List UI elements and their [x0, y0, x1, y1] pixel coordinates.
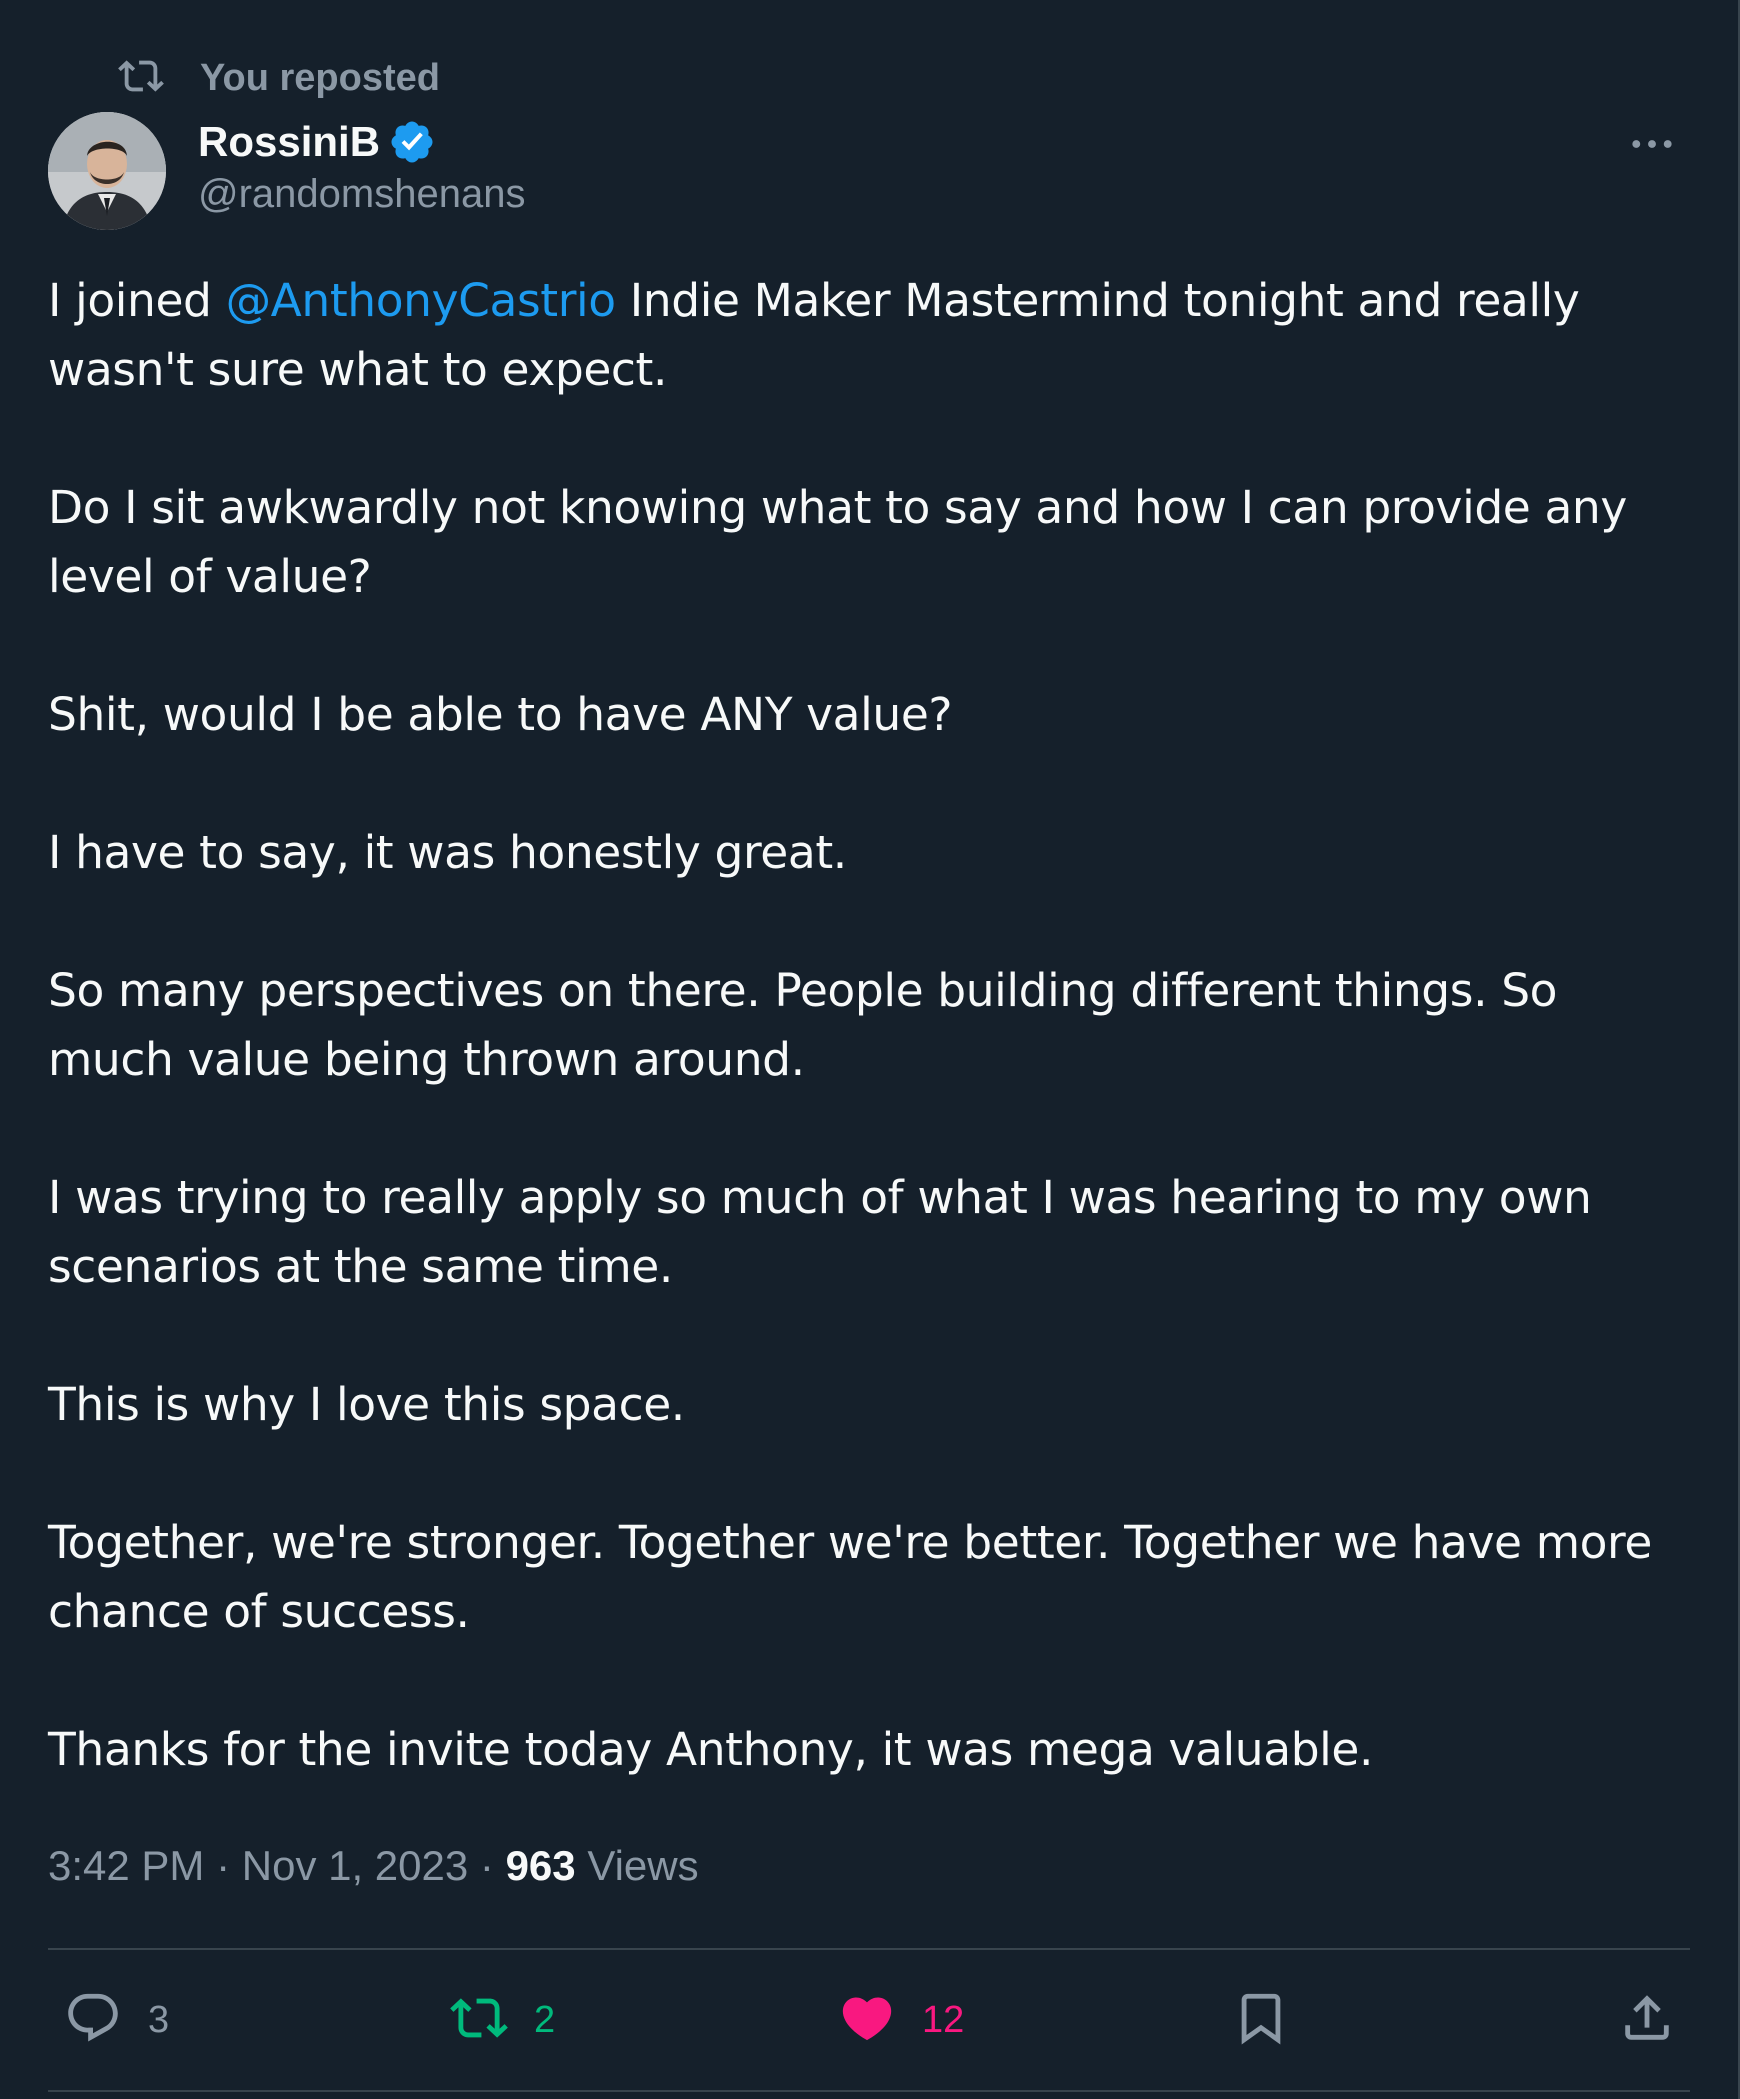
- share-button[interactable]: [1618, 1988, 1676, 2052]
- repost-label: You reposted: [200, 56, 440, 99]
- repost-icon: [118, 53, 164, 104]
- reply-icon: [64, 1989, 122, 2052]
- verified-badge-icon: [388, 118, 436, 166]
- views-label: Views: [575, 1842, 699, 1889]
- repost-count: 2: [534, 1998, 556, 2041]
- bookmark-icon: [1232, 1989, 1290, 2052]
- bookmark-button[interactable]: [1232, 1988, 1290, 2052]
- share-icon: [1618, 1989, 1676, 2052]
- author-name[interactable]: RossiniB: [198, 118, 380, 166]
- tweet-text: I joined @AnthonyCastrio Indie Maker Mas…: [48, 266, 1688, 1853]
- tweet-paragraph: Together, we're stronger. Together we're…: [48, 1516, 1652, 1638]
- author-handle[interactable]: @randomshenans: [198, 172, 525, 217]
- heart-icon: [838, 1989, 896, 2052]
- tweet-paragraph: Thanks for the invite today Anthony, it …: [48, 1723, 1374, 1776]
- tweet-paragraph: This is why I love this space.: [48, 1378, 685, 1431]
- tweet-paragraph: Do I sit awkwardly not knowing what to s…: [48, 481, 1627, 603]
- tweet-time[interactable]: 3:42 PM: [48, 1842, 204, 1889]
- tweet-paragraph: So many perspectives on there. People bu…: [48, 964, 1558, 1086]
- tweet-paragraph: I was trying to really apply so much of …: [48, 1171, 1592, 1293]
- more-options-icon[interactable]: [1624, 116, 1680, 172]
- tweet-paragraph: I have to say, it was honestly great.: [48, 826, 847, 879]
- tweet-paragraph: I joined @AnthonyCastrio Indie Maker Mas…: [48, 274, 1580, 396]
- repost-icon: [450, 1989, 508, 2052]
- avatar[interactable]: [48, 112, 166, 230]
- divider: [48, 2090, 1690, 2092]
- repost-header: You reposted: [118, 54, 440, 102]
- tweet-paragraph: Shit, would I be able to have ANY value?: [48, 688, 953, 741]
- tweet-meta: 3:42 PM · Nov 1, 2023 · 963 Views: [48, 1842, 699, 1889]
- tweet-date[interactable]: Nov 1, 2023: [242, 1842, 469, 1889]
- author-name-row: RossiniB: [198, 112, 436, 172]
- views-count: 963: [505, 1842, 576, 1889]
- like-count: 12: [922, 1998, 965, 2041]
- repost-button[interactable]: 2: [450, 1988, 555, 2052]
- tweet-card: You reposted RossiniB @randomshenans I j…: [0, 0, 1740, 2099]
- reply-button[interactable]: 3: [64, 1988, 169, 2052]
- like-button[interactable]: 12: [838, 1988, 964, 2052]
- reply-count: 3: [148, 1998, 170, 2041]
- divider: [48, 1948, 1690, 1950]
- mention-link[interactable]: @AnthonyCastrio: [226, 274, 617, 327]
